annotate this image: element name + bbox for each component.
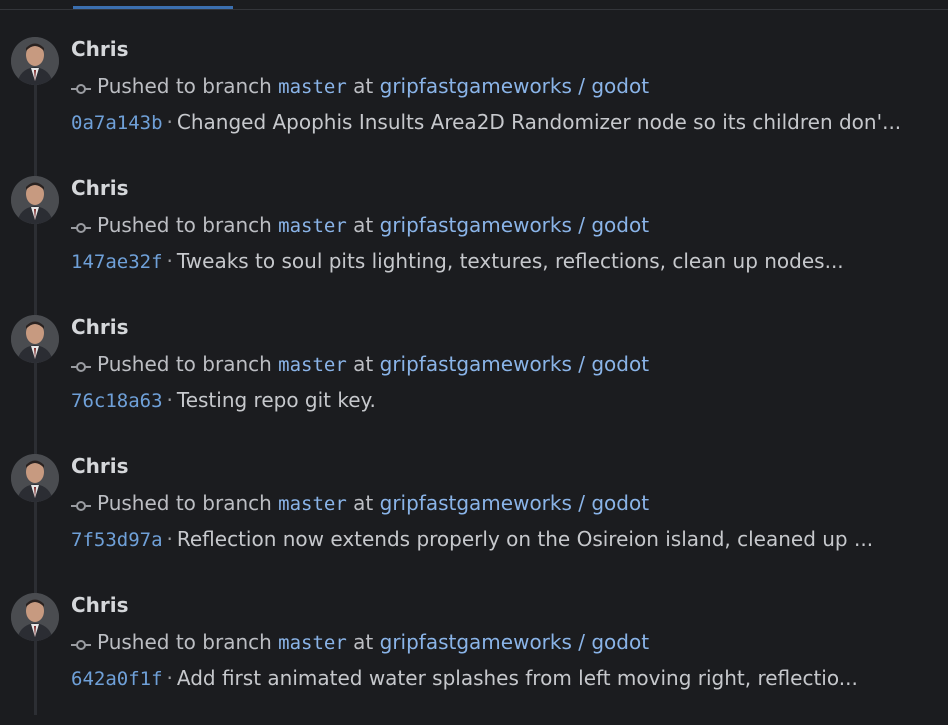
action-text: Pushed to branch	[97, 74, 272, 98]
commit-sha-link[interactable]: 147ae32f	[71, 251, 163, 273]
push-action-line: Pushed to branch master at gripfastgamew…	[71, 74, 649, 100]
activity-entry: Chris Pushed to branch master at gripfas…	[0, 308, 948, 447]
activity-feed: Chris Pushed to branch master at gripfas…	[0, 30, 948, 725]
repo-link[interactable]: gripfastgameworks / godot	[380, 213, 649, 237]
branch-link[interactable]: master	[278, 493, 347, 515]
push-action-line: Pushed to branch master at gripfastgamew…	[71, 491, 649, 517]
branch-link[interactable]: master	[278, 215, 347, 237]
commit-icon	[71, 354, 93, 378]
active-tab-indicator	[73, 6, 233, 9]
commit-message: Testing repo git key.	[176, 388, 376, 412]
avatar-image	[11, 593, 59, 641]
push-action-line: Pushed to branch master at gripfastgamew…	[71, 213, 649, 239]
avatar[interactable]	[11, 176, 59, 224]
commit-line: 642a0f1f · Add first animated water splash…	[71, 666, 858, 690]
at-text: at	[353, 213, 374, 237]
activity-entry: Chris Pushed to branch master at gripfas…	[0, 169, 948, 308]
avatar-image	[11, 37, 59, 85]
author-name[interactable]: Chris	[71, 176, 129, 200]
separator: ·	[166, 527, 173, 551]
at-text: at	[353, 74, 374, 98]
separator: ·	[166, 388, 173, 412]
commit-icon	[71, 493, 93, 517]
commit-sha-link[interactable]: 7f53d97a	[71, 529, 163, 551]
separator: ·	[166, 110, 173, 134]
commit-line: 0a7a143b · Changed Apophis Insults Area2D …	[71, 110, 901, 134]
commit-line: 147ae32f · Tweaks to soul pits lighting, t…	[71, 249, 844, 273]
commit-sha-link[interactable]: 642a0f1f	[71, 668, 163, 690]
avatar[interactable]	[11, 454, 59, 502]
repo-link[interactable]: gripfastgameworks / godot	[380, 491, 649, 515]
branch-link[interactable]: master	[278, 632, 347, 654]
branch-link[interactable]: master	[278, 76, 347, 98]
commit-icon	[71, 215, 93, 239]
at-text: at	[353, 491, 374, 515]
repo-link[interactable]: gripfastgameworks / godot	[380, 630, 649, 654]
avatar-image	[11, 176, 59, 224]
commit-message: Tweaks to soul pits lighting, textures, …	[176, 249, 844, 273]
activity-entry: Chris Pushed to branch master at gripfas…	[0, 586, 948, 725]
commit-line: 76c18a63 · Testing repo git key.	[71, 388, 376, 412]
action-text: Pushed to branch	[97, 213, 272, 237]
author-name[interactable]: Chris	[71, 593, 129, 617]
commit-icon	[71, 76, 93, 100]
commit-icon	[71, 632, 93, 656]
commit-sha-link[interactable]: 0a7a143b	[71, 112, 163, 134]
avatar[interactable]	[11, 593, 59, 641]
action-text: Pushed to branch	[97, 491, 272, 515]
action-text: Pushed to branch	[97, 352, 272, 376]
action-text: Pushed to branch	[97, 630, 272, 654]
author-name[interactable]: Chris	[71, 315, 129, 339]
avatar[interactable]	[11, 315, 59, 363]
commit-line: 7f53d97a · Reflection now extends properly…	[71, 527, 873, 551]
commit-message: Reflection now extends properly on the O…	[176, 527, 874, 551]
avatar-image	[11, 315, 59, 363]
repo-link[interactable]: gripfastgameworks / godot	[380, 74, 649, 98]
commit-message: Changed Apophis Insults Area2D Randomize…	[176, 110, 902, 134]
push-action-line: Pushed to branch master at gripfastgamew…	[71, 630, 649, 656]
branch-link[interactable]: master	[278, 354, 347, 376]
push-action-line: Pushed to branch master at gripfastgamew…	[71, 352, 649, 378]
author-name[interactable]: Chris	[71, 454, 129, 478]
separator: ·	[166, 666, 173, 690]
repo-link[interactable]: gripfastgameworks / godot	[380, 352, 649, 376]
at-text: at	[353, 352, 374, 376]
tab-divider	[0, 9, 948, 10]
author-name[interactable]: Chris	[71, 37, 129, 61]
activity-entry: Chris Pushed to branch master at gripfas…	[0, 447, 948, 586]
avatar[interactable]	[11, 37, 59, 85]
commit-sha-link[interactable]: 76c18a63	[71, 390, 163, 412]
activity-entry: Chris Pushed to branch master at gripfas…	[0, 30, 948, 169]
at-text: at	[353, 630, 374, 654]
commit-message: Add first animated water splashes from l…	[176, 666, 858, 690]
separator: ·	[166, 249, 173, 273]
avatar-image	[11, 454, 59, 502]
